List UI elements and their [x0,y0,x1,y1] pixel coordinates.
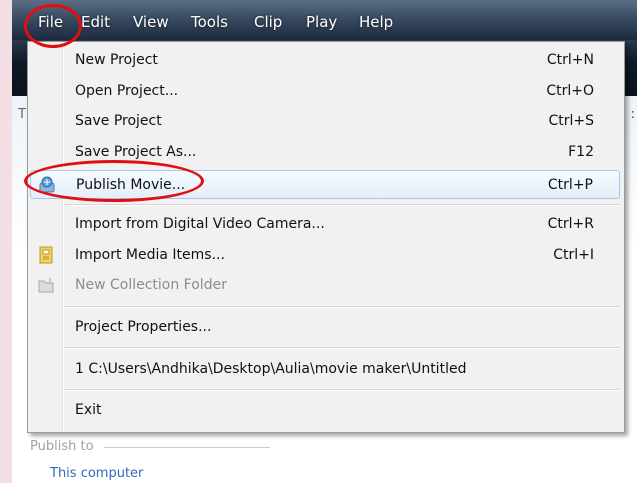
menu-item-import-dv-camera[interactable]: Import from Digital Video Camera... Ctrl… [30,210,620,239]
publish-movie-highlight-ring [24,160,204,202]
menu-item-project-properties[interactable]: Project Properties... [30,313,620,342]
menu-item-exit[interactable]: Exit [30,396,620,425]
menu-item-label: New Project [75,52,158,68]
menu-item-new-collection-folder: New Collection Folder [30,271,620,300]
menu-separator [64,389,620,391]
menu-item-import-media[interactable]: Import Media Items... Ctrl+I [30,241,620,270]
menu-item-label: Project Properties... [75,319,212,335]
menu-help[interactable]: Help [359,13,393,31]
menu-tools[interactable]: Tools [191,13,228,31]
menu-item-label: Import Media Items... [75,247,225,263]
menu-item-shortcut: Ctrl+N [546,52,594,68]
menu-item-label: 1 C:\Users\Andhika\Desktop\Aulia\movie m… [75,361,467,377]
new-folder-icon [38,277,54,293]
menu-item-shortcut: Ctrl+O [546,83,594,99]
menu-item-label: Open Project... [75,83,179,99]
menu-separator [64,306,620,308]
menu-item-label: New Collection Folder [75,277,227,293]
menu-item-label: Save Project As... [75,144,197,160]
menu-view[interactable]: View [133,13,169,31]
menu-bar: File Edit View Tools Clip Play Help [12,0,637,40]
file-menu-dropdown: New Project Ctrl+N Open Project... Ctrl+… [27,41,625,433]
menu-edit[interactable]: Edit [81,13,110,31]
menu-item-shortcut: F12 [568,144,594,160]
menu-item-shortcut: Ctrl+R [547,216,594,232]
menu-item-recent-project[interactable]: 1 C:\Users\Andhika\Desktop\Aulia\movie m… [30,355,620,384]
menu-item-new-project[interactable]: New Project Ctrl+N [30,46,620,75]
menu-item-label: Save Project [75,113,162,129]
menu-item-label: Exit [75,402,102,418]
menu-separator [64,347,620,349]
import-media-icon [39,246,53,264]
menu-item-shortcut: Ctrl+I [553,247,594,263]
menu-item-shortcut: Ctrl+S [548,113,594,129]
menu-item-label: Import from Digital Video Camera... [75,216,325,232]
tasks-heading-partial: T [18,107,26,122]
menu-item-open-project[interactable]: Open Project... Ctrl+O [30,77,620,106]
menu-item-shortcut: Ctrl+P [547,177,593,193]
file-menu-highlight-ring [24,4,82,48]
publish-to-divider [104,447,270,448]
menu-separator [64,204,620,206]
tasks-colon-partial: : [630,107,635,122]
menu-item-save-project[interactable]: Save Project Ctrl+S [30,107,620,136]
publish-to-heading: Publish to [30,439,94,454]
this-computer-link[interactable]: This computer [50,466,143,481]
menu-clip[interactable]: Clip [254,13,282,31]
menu-play[interactable]: Play [306,13,337,31]
